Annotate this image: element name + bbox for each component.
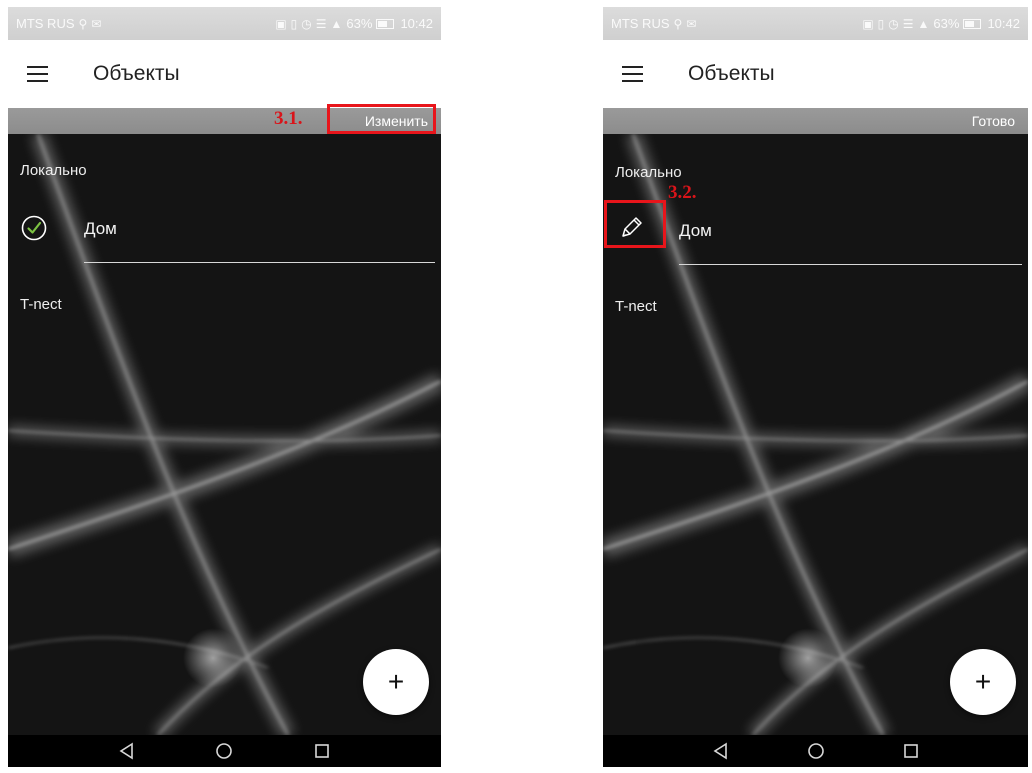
app-bar: Объекты [603,40,1028,108]
hamburger-icon[interactable] [27,66,48,82]
object-list: Локально Дом T-nect + [8,134,441,735]
nfc-icon: ▣ [862,16,874,31]
item-divider [679,264,1022,265]
battery-percent: 63% [346,16,373,31]
page-title: Объекты [688,62,775,85]
annotation-label-3-1: 3.1. [274,108,303,129]
mail-icon: ✉ [686,16,697,31]
app-bar: Объекты [8,40,441,108]
clock: 10:42 [400,16,433,31]
wifi-icon: ☰ [315,16,327,31]
mail-icon: ✉ [91,16,102,31]
page-title: Объекты [93,62,180,85]
home-circle-icon[interactable] [213,740,235,762]
battery-icon [376,18,395,29]
search-icon: ⚲ [673,16,683,31]
battery-icon [963,18,982,29]
nfc-icon: ▣ [275,16,287,31]
section-title-tnect: T-nect [20,296,62,313]
wifi-icon: ☰ [902,16,914,31]
carrier-label: MTS RUS [16,16,75,31]
back-triangle-icon[interactable] [116,740,138,762]
object-list: Локально Дом T-nect + [603,134,1028,735]
annotation-label-3-2: 3.2. [668,182,697,203]
list-item-home[interactable]: Дом [8,206,441,266]
action-strip: Готово [603,108,1028,134]
recents-square-icon[interactable] [900,740,922,762]
carrier-label: MTS RUS [611,16,670,31]
list-item-home[interactable]: Дом [603,208,1028,268]
item-label: Дом [679,221,712,240]
alarm-icon: ◷ [888,16,899,31]
signal-icon: ▲ [330,16,343,31]
back-triangle-icon[interactable] [710,740,732,762]
section-title-local: Локально [20,162,87,179]
item-label: Дом [84,219,117,238]
signal-icon: ▲ [917,16,930,31]
section-title-local: Локально [615,164,682,181]
vibrate-icon: ▯ [290,16,298,31]
recents-square-icon[interactable] [311,740,333,762]
add-button[interactable]: + [363,649,429,715]
hamburger-icon[interactable] [622,66,643,82]
item-divider [84,262,435,263]
vibrate-icon: ▯ [877,16,885,31]
status-bar: MTS RUS ⚲ ✉ ▣ ▯ ◷ ☰ ▲ 63% 10:42 [603,7,1028,40]
status-bar: MTS RUS ⚲ ✉ ▣ ▯ ◷ ☰ ▲ 63% 10:42 [8,7,441,40]
annotation-highlight-pencil [604,200,666,248]
done-button[interactable]: Готово [966,110,1021,132]
section-title-tnect: T-nect [615,298,657,315]
battery-percent: 63% [933,16,960,31]
check-circle-icon [21,215,47,241]
phone-screen-edit-mode: MTS RUS ⚲ ✉ ▣ ▯ ◷ ☰ ▲ 63% 10:42 Объекты … [603,7,1028,767]
search-icon: ⚲ [78,16,88,31]
system-nav-bar [603,735,1028,767]
alarm-icon: ◷ [301,16,312,31]
annotation-highlight-edit-button [327,104,436,134]
system-nav-bar [8,735,441,767]
home-circle-icon[interactable] [805,740,827,762]
add-button[interactable]: + [950,649,1016,715]
clock: 10:42 [987,16,1020,31]
